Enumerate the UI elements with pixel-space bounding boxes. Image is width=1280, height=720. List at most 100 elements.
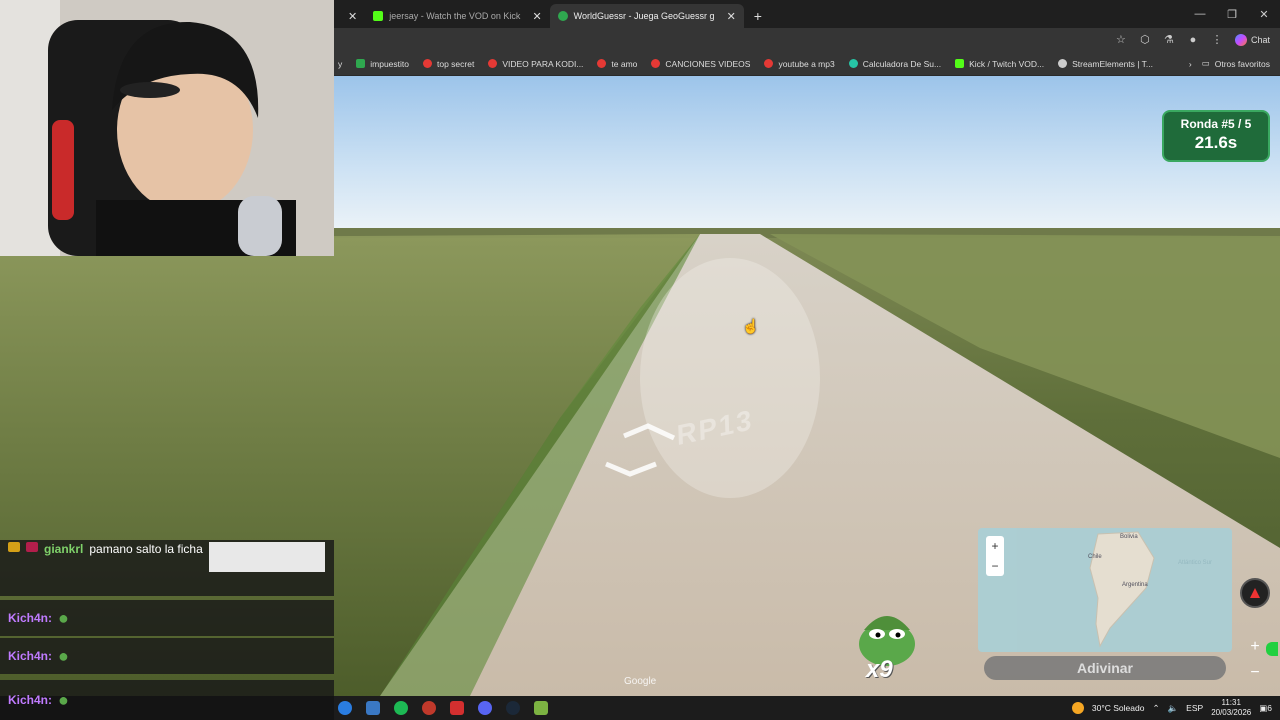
streetview-zoom-out-button[interactable]: − <box>1250 664 1259 682</box>
app2-icon[interactable] <box>422 701 436 715</box>
bookmark-item[interactable]: VIDEO PARA KODI... <box>488 59 583 69</box>
notification-count: 6 <box>1267 702 1272 713</box>
clock[interactable]: 11:31 20/03/2026 <box>1211 698 1251 718</box>
star-icon[interactable]: ☆ <box>1115 34 1127 46</box>
minimize-icon[interactable]: — <box>1184 8 1216 20</box>
menu-dots-icon[interactable]: ⋮ <box>1211 34 1223 46</box>
chat-message: Kich4n: ● <box>0 600 334 636</box>
bookmark-item[interactable]: te amo <box>597 59 637 69</box>
bookmark-label: te amo <box>611 58 638 69</box>
map-label-bolivia: Bolivia <box>1120 534 1138 540</box>
screen: RP13 ☝ Ronda #5 / 5 21.6s Bolivia Chile … <box>0 0 1280 720</box>
minimap-zoom-in-button[interactable]: + <box>991 539 998 553</box>
extension-icon[interactable]: ⬡ <box>1139 34 1151 46</box>
bookmark-icon <box>356 59 366 68</box>
chat-text: pamano salto la ficha <box>89 542 203 556</box>
chat-image-emote <box>208 542 325 572</box>
bookmark-label: Kick / Twitch VOD... <box>969 58 1045 69</box>
sub-badge-icon <box>26 542 38 552</box>
browser-tab-bar: ✕ jeersay - Watch the VOD on Kick ✕ Worl… <box>334 0 1280 28</box>
discord-icon[interactable] <box>478 701 492 715</box>
minimap-zoom-out-button[interactable]: − <box>991 559 998 573</box>
notification-icon[interactable]: ▣6 <box>1259 703 1272 714</box>
map-label-argentina: Argentina <box>1122 582 1148 588</box>
round-timer: 21.6s <box>1194 133 1238 152</box>
compass-icon[interactable] <box>1240 578 1270 608</box>
guess-button[interactable]: Adivinar <box>984 656 1226 680</box>
guess-minimap[interactable]: Bolivia Chile Argentina Atlántico Sur <box>978 528 1232 652</box>
youtube-icon <box>597 59 607 68</box>
extension2-icon[interactable]: ⚗ <box>1163 34 1175 46</box>
weather-text[interactable]: 30°C Soleado <box>1092 703 1145 713</box>
close-icon[interactable]: ✕ <box>727 10 736 23</box>
sun-icon <box>1071 702 1084 714</box>
youtube-icon <box>651 59 661 68</box>
streamer-webcam-image <box>0 0 334 256</box>
copilot-icon <box>1234 34 1247 46</box>
kick-icon <box>955 59 965 68</box>
browser-toolbar: ☆ ⬡ ⚗ ● ⋮ Chat <box>334 28 1280 52</box>
window-controls: — ❐ ✕ <box>1184 0 1280 28</box>
chevron-right-icon[interactable]: › <box>1189 59 1192 69</box>
chat-button-label: Chat <box>1250 35 1270 45</box>
globe-icon <box>557 11 568 21</box>
copilot-chat-button[interactable]: Chat <box>1234 34 1270 46</box>
youtube-icon <box>423 59 432 68</box>
app-icon[interactable] <box>366 701 380 715</box>
clock-time: 11:31 <box>1221 698 1241 707</box>
side-tab-indicator[interactable] <box>1266 642 1278 656</box>
spotify-icon[interactable] <box>394 701 408 715</box>
bookmark-overflow[interactable]: y <box>338 59 342 69</box>
bookmark-item[interactable]: youtube a mp3 <box>764 59 835 69</box>
other-bookmarks-folder[interactable]: ▭ Otros favoritos <box>1202 58 1270 69</box>
steam-icon[interactable] <box>506 701 520 715</box>
close-window-icon[interactable]: ✕ <box>1248 8 1280 21</box>
bookmark-item[interactable]: CANCIONES VIDEOS <box>651 59 750 69</box>
pepe-small-icon: ● <box>58 689 69 710</box>
map-label-atlantic: Atlántico Sur <box>1178 560 1213 566</box>
pepe-small-icon: ● <box>58 645 69 666</box>
lang-indicator[interactable]: ESP <box>1186 703 1203 713</box>
tab-close-leftover[interactable]: ✕ <box>334 4 365 28</box>
round-label: Ronda #5 / 5 <box>1180 117 1252 131</box>
mouse-cursor-icon: ☝ <box>742 318 760 334</box>
combo-counter: x9 <box>866 656 893 683</box>
youtube-icon <box>488 59 498 68</box>
close-icon[interactable]: ✕ <box>532 10 541 23</box>
minecraft-icon[interactable] <box>534 701 548 715</box>
chat-message: giankrl pamano salto la ficha <box>0 540 334 596</box>
minimap-zoom-control: + − <box>986 536 1004 576</box>
bookmark-item[interactable]: impuestito <box>356 59 409 69</box>
close-icon[interactable]: ✕ <box>348 10 357 23</box>
tab-label: WorldGuessr - Juega GeoGuessr g <box>573 11 715 21</box>
crown-badge-icon <box>8 542 20 552</box>
south-america-map <box>1089 531 1155 648</box>
tab-kick-vod[interactable]: jeersay - Watch the VOD on Kick ✕ <box>365 4 549 28</box>
streetview-zoom-in-button[interactable]: + <box>1250 638 1259 656</box>
bookmark-item[interactable]: Kick / Twitch VOD... <box>955 59 1044 69</box>
tray-chevron-icon[interactable]: ⌃ <box>1152 703 1159 714</box>
tab-worldguessr[interactable]: WorldGuessr - Juega GeoGuessr g ✕ <box>549 4 744 28</box>
google-attribution: Google <box>624 676 657 687</box>
round-panel: Ronda #5 / 5 21.6s <box>1162 110 1270 162</box>
bookmark-label: top secret <box>437 58 475 69</box>
bookmark-item[interactable]: StreamElements | T... <box>1058 59 1153 69</box>
calculator-icon <box>848 59 858 68</box>
new-tab-button[interactable]: + <box>744 4 772 28</box>
edge-icon[interactable] <box>338 701 352 715</box>
pepe-small-icon: ● <box>58 607 69 628</box>
chat-username: Kich4n: <box>8 693 53 707</box>
volume-icon[interactable]: 🔈 <box>1168 703 1179 714</box>
chat-message: Kich4n: ● <box>0 680 334 720</box>
tab-label: jeersay - Watch the VOD on Kick <box>389 11 521 21</box>
bookmark-item[interactable]: top secret <box>423 59 474 69</box>
app3-icon[interactable] <box>450 701 464 715</box>
webcam-overlay <box>0 0 334 256</box>
maximize-icon[interactable]: ❐ <box>1216 8 1248 21</box>
kick-icon <box>373 11 384 21</box>
bookmark-label: VIDEO PARA KODI... <box>502 58 584 69</box>
youtube-icon <box>764 59 774 68</box>
profile-avatar-icon[interactable]: ● <box>1187 34 1199 46</box>
streetview-zoom-control: + − <box>1242 634 1268 686</box>
bookmark-item[interactable]: Calculadora De Su... <box>848 59 941 69</box>
